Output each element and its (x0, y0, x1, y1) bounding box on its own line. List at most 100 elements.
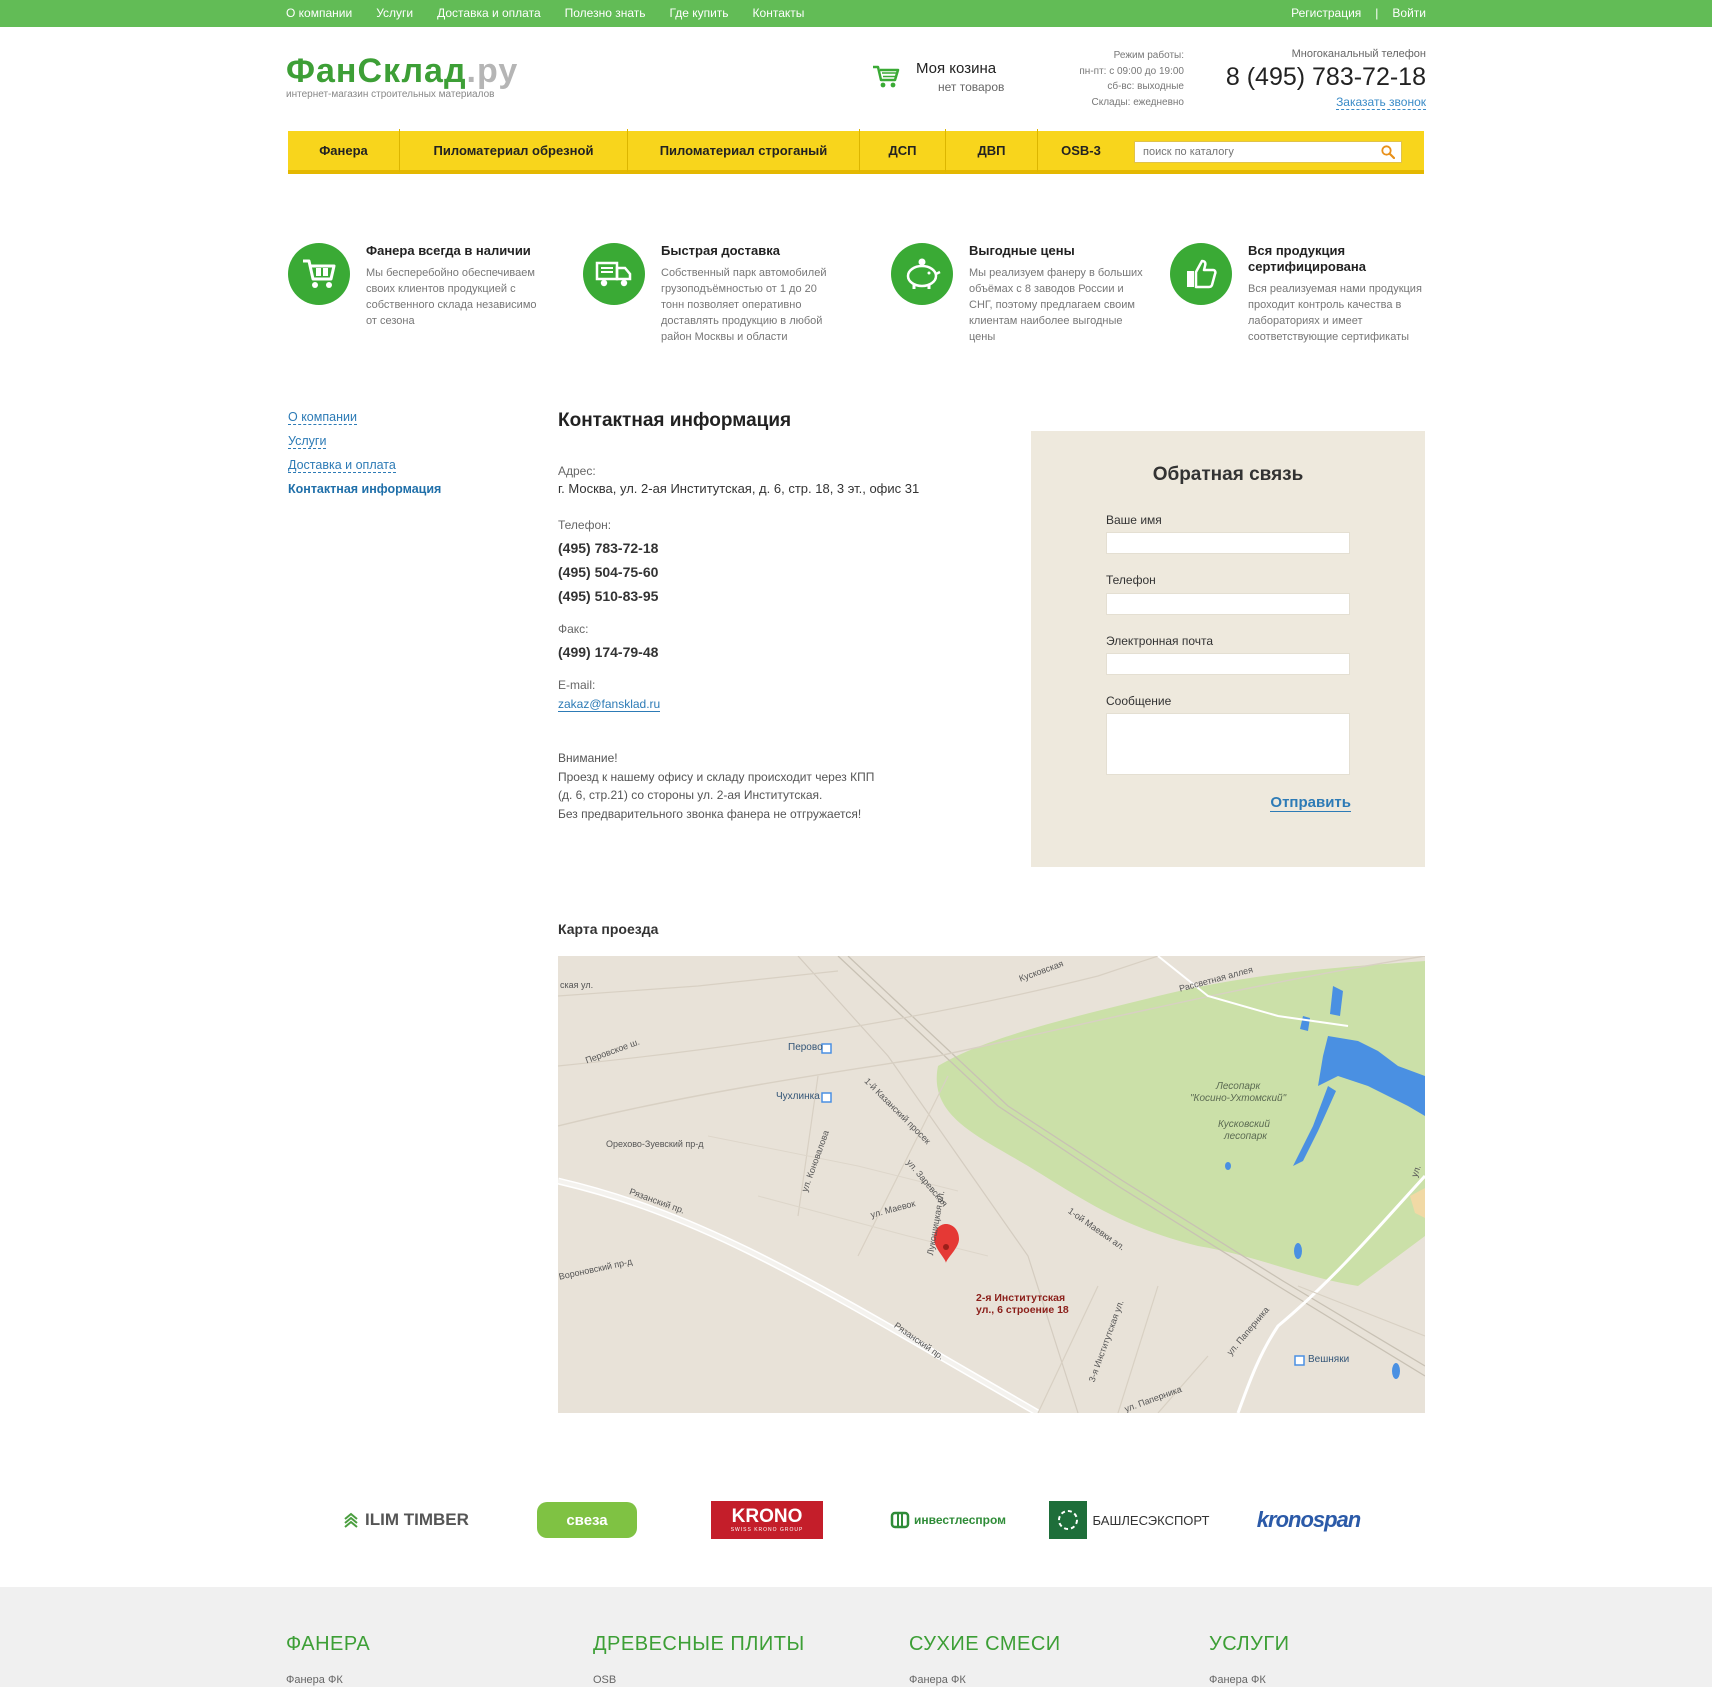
route-map[interactable]: Кусковская Рассветная аллея ская ул. Пер… (558, 956, 1425, 1413)
sidebar-item-contacts[interactable]: Контактная информация (288, 482, 441, 496)
partner-ilim-timber[interactable]: ILIM TIMBER (336, 1490, 476, 1550)
feedback-form: Обратная связь Ваше имя Телефон Электрон… (1031, 431, 1425, 867)
top-nav: О компании Услуги Доставка и оплата Поле… (286, 6, 828, 20)
name-input[interactable] (1106, 532, 1350, 554)
map-station: Чухлинка (776, 1091, 820, 1102)
bashles-logo-icon (1048, 1501, 1087, 1539)
sidebar-item-about[interactable]: О компании (288, 410, 357, 425)
footer-link[interactable]: OSB (593, 1674, 805, 1686)
marker-line: ул., 6 строение 18 (976, 1304, 1069, 1316)
phone-label: Телефон: (558, 518, 612, 532)
top-nav-contacts[interactable]: Контакты (753, 6, 805, 20)
feature-title: Выгодные цены (969, 243, 1075, 258)
feature-title: Быстрая доставка (661, 243, 780, 258)
footer-col-dry-mixes: СУХИЕ СМЕСИ Фанера ФК (909, 1633, 1061, 1686)
contact-info: Контактная информация Адрес: г. Москва, … (558, 410, 978, 823)
menu-item-dvp[interactable]: ДВП (946, 129, 1038, 172)
map-label: Кусковский (1218, 1119, 1270, 1130)
hours-warehouse: Склады: ежедневно (1091, 96, 1184, 108)
partner-krono[interactable]: KRONO SWISS KRONO GROUP (711, 1490, 823, 1550)
message-textarea[interactable] (1106, 713, 1350, 775)
phone-1: (495) 783-72-18 (558, 540, 659, 556)
logo-text: ФанСклад.ру (286, 52, 519, 90)
footer-link[interactable]: Фанера ФК (286, 1674, 370, 1686)
message-label: Сообщение (1106, 694, 1172, 708)
top-nav-useful[interactable]: Полезно знать (565, 6, 646, 20)
top-nav-delivery[interactable]: Доставка и оплата (437, 6, 541, 20)
sidebar-item-delivery[interactable]: Доставка и оплата (288, 458, 396, 473)
partner-kronospan[interactable]: kronospan (1241, 1490, 1376, 1550)
footer-link[interactable]: Фанера ФК (909, 1674, 1061, 1686)
map-label: Орехово-Зуевский пр-д (606, 1139, 704, 1149)
map-label: "Косино-Ухтомский" (1190, 1093, 1287, 1104)
callback-link[interactable]: Заказать звонок (1336, 95, 1426, 110)
phone-number: 8 (495) 783-72-18 (1225, 63, 1426, 91)
menu-item-osb[interactable]: OSB-3 (1038, 129, 1124, 172)
feedback-title: Обратная связь (1152, 464, 1304, 485)
footer-col-title: СУХИЕ СМЕСИ (909, 1633, 1061, 1655)
register-link[interactable]: Регистрация (1291, 6, 1361, 20)
site-footer: ФАНЕРА Фанера ФК ДРЕВЕСНЫЕ ПЛИТЫ OSB СУХ… (0, 1587, 1712, 1687)
map-station: Вешняки (1308, 1354, 1350, 1365)
map-station: Перово (788, 1042, 823, 1053)
login-link[interactable]: Войти (1392, 6, 1426, 20)
cart-status: нет товаров (938, 80, 1005, 94)
menu-item-planed-lumber[interactable]: Пиломатериал строганый (628, 129, 860, 172)
thumbs-up-icon (1170, 243, 1232, 305)
cart-icon (873, 65, 900, 88)
partner-subname: SWISS KRONO GROUP (730, 1527, 804, 1533)
partner-sveza[interactable]: свеза (537, 1490, 637, 1550)
truck-icon (583, 243, 645, 305)
partner-investlesprom[interactable]: инвестлеспром (877, 1490, 1019, 1550)
map-label: Лесопарк (1216, 1081, 1261, 1092)
menu-item-plywood[interactable]: Фанера (288, 129, 400, 172)
partner-name: KRONO (731, 1506, 803, 1527)
partner-name: ILIM TIMBER (365, 1510, 469, 1529)
phone-field-label: Телефон (1106, 573, 1156, 587)
map-marker-label: 2-я Институтская ул., 6 строение 18 (976, 1292, 1069, 1316)
phone-2: (495) 504-75-60 (558, 564, 659, 580)
auth-separator: | (1375, 6, 1379, 20)
partner-bashlesexport[interactable]: БАШЛЕСЭКСПОРТ (1047, 1490, 1211, 1550)
address-value: г. Москва, ул. 2-ая Институтская, д. 6, … (558, 481, 920, 496)
cart-title: Моя козина (916, 60, 997, 77)
marker-line: 2-я Институтская (976, 1292, 1066, 1304)
footer-col-title: ФАНЕРА (286, 1633, 371, 1655)
ilim-logo-icon (344, 1512, 358, 1528)
email-label: E-mail: (558, 678, 596, 692)
menu-item-edged-lumber[interactable]: Пиломатериал обрезной (400, 129, 628, 172)
footer-col-boards: ДРЕВЕСНЫЕ ПЛИТЫ OSB (593, 1633, 805, 1686)
phone-label: Многоканальный телефон (1291, 48, 1426, 60)
email-field-label: Электронная почта (1106, 634, 1214, 648)
email-link[interactable]: zakaz@fansklad.ru (558, 697, 661, 712)
footer-col-title: УСЛУГИ (1209, 1633, 1290, 1655)
catalog-search (1134, 141, 1402, 163)
working-hours: Режим работы: пн-пт: с 09:00 до 19:00 сб… (1048, 48, 1184, 110)
cart-widget[interactable]: Моя козина нет товаров (872, 58, 1012, 98)
map-label: ская ул. (560, 980, 594, 990)
menu-item-dsp[interactable]: ДСП (860, 129, 946, 172)
page-title: Контактная информация (558, 410, 792, 431)
partner-name: БАШЛЕСЭКСПОРТ (1092, 1512, 1210, 1528)
notice-title: Внимание! (558, 751, 618, 765)
email-input[interactable] (1106, 653, 1350, 675)
phone-input[interactable] (1106, 593, 1350, 615)
sidebar-item-services[interactable]: Услуги (288, 434, 327, 449)
partner-name: свеза (566, 1511, 608, 1529)
footer-link[interactable]: Фанера ФК (1209, 1674, 1290, 1686)
investlesprom-logo-icon (890, 1511, 910, 1529)
top-nav-about[interactable]: О компании (286, 6, 352, 20)
feature-text: Собственный парк автомобилей грузоподъём… (661, 267, 827, 343)
submit-button[interactable]: Отправить (1270, 794, 1351, 812)
site-logo[interactable]: ФанСклад.ру интернет-магазин строительны… (286, 52, 518, 100)
fax-label: Факс: (558, 622, 589, 636)
footer-col-services: УСЛУГИ Фанера ФК (1209, 1633, 1290, 1686)
feature-title: Вся продукция сертифицирована (1248, 243, 1366, 274)
notice-line: (д. 6, стр.21) со стороны ул. 2-ая Инсти… (558, 788, 823, 802)
logo-tagline: интернет-магазин строительных материалов (286, 89, 495, 100)
top-nav-services[interactable]: Услуги (376, 6, 413, 20)
top-nav-where-to-buy[interactable]: Где купить (670, 6, 729, 20)
search-icon[interactable] (1381, 145, 1395, 159)
hours-weekend: сб-вс: выходные (1107, 81, 1184, 92)
search-input[interactable] (1135, 142, 1365, 162)
